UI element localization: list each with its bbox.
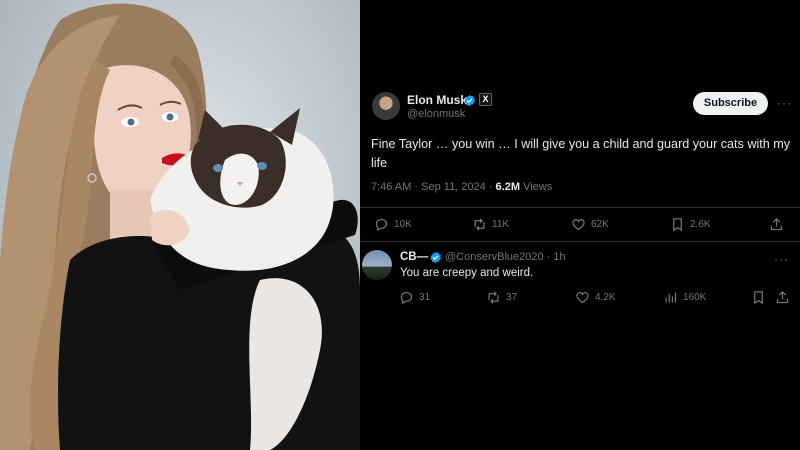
like-icon (572, 219, 585, 231)
reply-more-options-icon[interactable]: ··· (774, 252, 789, 266)
reply-repost-count: 37 (506, 292, 518, 303)
reply-author-name[interactable]: CB— (400, 251, 428, 263)
portrait-with-cat-image (0, 3, 360, 450)
reply-like-button[interactable]: 4.2K (575, 290, 616, 305)
divider (360, 207, 800, 208)
reply-views-count: 160K (683, 292, 707, 303)
reply-repost-button[interactable]: 37 (486, 290, 517, 305)
divider (360, 241, 800, 242)
views-label: Views (520, 181, 553, 193)
bookmark-icon (673, 218, 682, 232)
author-avatar[interactable] (372, 92, 400, 120)
views-count: 6.2M (495, 181, 521, 193)
like-count: 62K (591, 219, 609, 230)
reply-share-button[interactable] (775, 290, 790, 305)
reply-count: 10K (394, 219, 412, 230)
reply-author-avatar[interactable] (362, 250, 392, 280)
photo-panel (0, 0, 360, 450)
affiliate-x-badge: X (479, 93, 492, 106)
verified-badge-icon (430, 251, 442, 264)
verified-badge-icon (464, 94, 476, 107)
reply-like-count: 4.2K (595, 292, 616, 303)
author-handle[interactable]: @elonmusk (407, 108, 465, 120)
author-name[interactable]: Elon Musk (407, 93, 467, 107)
like-icon (576, 292, 589, 304)
bookmark-button[interactable]: 2.6K (670, 217, 711, 232)
tweet-timestamp[interactable]: 7:46 AM · Sep 11, 2024 · (371, 181, 496, 193)
share-icon (776, 290, 789, 304)
reply-icon (375, 218, 388, 232)
tweet-meta: 7:46 AM · Sep 11, 2024 · 6.2M Views (371, 181, 552, 193)
bookmark-count: 2.6K (690, 219, 711, 230)
views-icon (665, 292, 677, 303)
share-button[interactable] (769, 217, 784, 232)
reply-text: You are creepy and weird. (400, 267, 534, 279)
reply-button[interactable]: 10K (374, 217, 412, 232)
repost-icon (488, 291, 499, 304)
like-button[interactable]: 62K (571, 217, 609, 232)
repost-button[interactable]: 11K (472, 217, 509, 232)
reply-bookmark-button[interactable] (751, 290, 766, 305)
tweet-panel: Elon Musk X @elonmusk Subscribe ··· Fine… (360, 0, 800, 450)
reply-views-button[interactable]: 160K (663, 290, 706, 305)
reply-author-handle[interactable]: @ConservBlue2020 · 1h (445, 251, 566, 263)
reply-icon (400, 291, 413, 305)
share-icon (770, 217, 783, 231)
reply-reply-button[interactable]: 31 (399, 290, 430, 305)
reply-reply-count: 31 (419, 292, 431, 303)
subscribe-button[interactable]: Subscribe (693, 92, 768, 115)
bookmark-icon (754, 291, 763, 305)
repost-icon (474, 218, 485, 231)
tweet-text: Fine Taylor … you win … I will give you … (371, 137, 791, 170)
repost-count: 11K (492, 219, 510, 230)
more-options-icon[interactable]: ··· (777, 96, 792, 110)
